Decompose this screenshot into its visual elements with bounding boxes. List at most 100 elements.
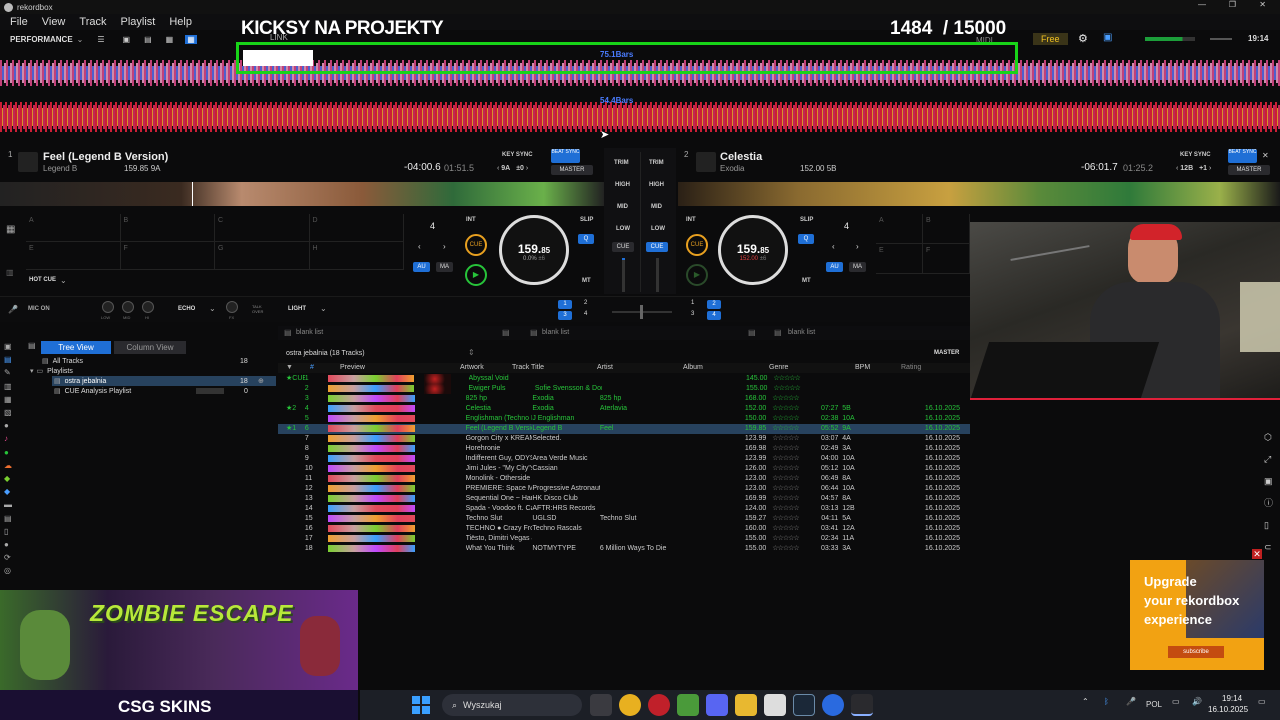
master-volume-slider[interactable]	[1210, 38, 1232, 40]
deck-select-2[interactable]: 2	[584, 300, 587, 306]
mixer-cue-button-2[interactable]: CUE	[646, 242, 668, 252]
deck-select-4[interactable]: 4	[584, 311, 587, 317]
deck2-track-waveform[interactable]	[678, 182, 1280, 206]
tree-view-icon[interactable]: ▤	[28, 341, 36, 350]
table-row[interactable]: 9 Indifferent Guy, ODYSS Area Verde Music 1…	[278, 454, 970, 464]
subscribe-button[interactable]: subscribe	[1168, 646, 1224, 658]
deck1-slip-button[interactable]: SLIP	[580, 217, 593, 223]
menu-file[interactable]: File	[10, 16, 28, 28]
deck1-master-button[interactable]: MASTER	[551, 165, 593, 175]
deck1-au-button[interactable]: AU	[413, 262, 430, 272]
track-preview-waveform[interactable]	[328, 425, 415, 432]
phone-icon[interactable]: ▯	[4, 525, 18, 538]
deck2-quantize-button[interactable]: Q	[798, 234, 814, 244]
track-preview-waveform[interactable]	[328, 375, 414, 382]
info-icon[interactable]: ⓘ	[1264, 492, 1278, 514]
menu-playlist[interactable]: Playlist	[120, 16, 155, 28]
close-button[interactable]: ✕	[1259, 0, 1266, 9]
track-preview-waveform[interactable]	[328, 395, 415, 402]
track-preview-waveform[interactable]	[328, 505, 415, 512]
track-preview-waveform[interactable]	[328, 525, 415, 532]
sort-icon[interactable]: ⇕	[468, 348, 475, 357]
file-explorer-icon[interactable]	[735, 694, 757, 716]
track-preview-waveform[interactable]	[328, 405, 415, 412]
deck-select-1[interactable]: 1	[558, 300, 572, 309]
vpn-icon[interactable]	[822, 694, 844, 716]
deck2-overview-waveform[interactable]	[0, 96, 1280, 138]
menu-help[interactable]: Help	[169, 16, 192, 28]
deck-select-r3[interactable]: 3	[691, 311, 694, 317]
taskbar-date[interactable]: 16.10.2025	[1208, 705, 1248, 714]
discord-icon[interactable]	[706, 694, 728, 716]
table-row[interactable]: 5 Englishman (Techno ReJ Englishman 150.00…	[278, 414, 970, 424]
sampler-icon[interactable]: ✎	[4, 366, 18, 379]
deck2-hot-cue-pad-f[interactable]: F	[923, 244, 970, 274]
mic-icon[interactable]: 🎤	[8, 305, 18, 314]
column-view-tab[interactable]: Column View	[114, 341, 186, 354]
col-header-preview[interactable]: Preview	[340, 363, 460, 373]
pad-mode-icon[interactable]: ▥	[6, 268, 14, 277]
deck1-beatjump-right-icon[interactable]: ›	[443, 242, 446, 251]
col-header-num[interactable]: #	[310, 363, 340, 373]
table-row[interactable]: ★CUE 1 Abyssal Void 145.00 ☆☆☆☆☆	[278, 374, 970, 384]
deck2-beatjump-right-icon[interactable]: ›	[856, 242, 859, 251]
track-preview-waveform[interactable]	[328, 435, 415, 442]
deck2-int-select[interactable]: INT	[686, 217, 696, 223]
mic-tray-icon[interactable]: 🎤	[1126, 697, 1136, 706]
deck2-hot-cue-pad-b[interactable]: B	[923, 214, 970, 244]
table-row[interactable]: ★2 4 Celestia Exodia Aterlavia 152.00 ☆☆☆☆☆ 07:…	[278, 404, 970, 414]
pin-icon[interactable]: ⬡	[1264, 426, 1278, 448]
deck2-hot-cue-pad-e[interactable]: E	[876, 244, 923, 274]
crossfader-handle[interactable]	[640, 305, 643, 319]
chevron-down-icon[interactable]: ⌄	[209, 304, 216, 313]
browse-icon[interactable]: ▤	[144, 35, 152, 44]
deck1-play-button[interactable]: ▶	[465, 264, 487, 286]
deck2-beat-sync-button[interactable]: BEAT SYNC	[1228, 149, 1257, 163]
table-row[interactable]: 7 Gorgon City x KREAM xSelected. 123.99 ☆☆☆…	[278, 434, 970, 444]
tree-item-cue-analysis[interactable]: ▤ CUE Analysis Playlist 0	[52, 386, 276, 396]
history-icon[interactable]: ▤	[4, 512, 18, 525]
deck-select-r1[interactable]: 1	[691, 300, 694, 306]
menu-track[interactable]: Track	[79, 16, 106, 28]
deck2-beatjump-left-icon[interactable]: ‹	[832, 242, 835, 251]
monitor-icon[interactable]: ▣	[1103, 32, 1112, 43]
chevron-down-icon[interactable]: ⌄	[77, 35, 84, 44]
fx-select[interactable]: ECHO	[178, 306, 195, 312]
language-indicator[interactable]: POL	[1146, 700, 1162, 709]
hot-cue-pad-f[interactable]: F	[120, 242, 215, 270]
hot-cue-pad-c[interactable]: C	[215, 214, 310, 242]
network-icon[interactable]: ▭	[1172, 697, 1180, 706]
link-icon[interactable]: ⊂	[1264, 536, 1278, 558]
device-icon[interactable]: ▬	[4, 498, 18, 511]
bluetooth-icon[interactable]: ᛒ	[1104, 697, 1109, 706]
deck2-mt-button[interactable]: MT	[802, 278, 811, 284]
opera-icon[interactable]	[648, 694, 670, 716]
table-row[interactable]: 18 What You Think NOTMYTYPE 6 Million Ways …	[278, 544, 970, 554]
track-preview-waveform[interactable]	[328, 545, 415, 552]
taskbar-search[interactable]: ⌕ Wyszukaj	[442, 694, 582, 716]
export-icon[interactable]: ▣	[1264, 470, 1278, 492]
notification-icon[interactable]: ▭	[1258, 697, 1266, 706]
record-icon[interactable]: ●	[4, 538, 18, 551]
chevron-down-icon[interactable]: ⌄	[320, 304, 327, 313]
deck2-key-sync-button[interactable]: KEY SYNC	[1180, 152, 1211, 158]
hot-cue-mode-select[interactable]: HOT CUE	[29, 277, 56, 283]
deck1-quantize-button[interactable]: Q	[578, 234, 594, 244]
playlist-icon[interactable]: ▤	[4, 353, 18, 366]
table-row[interactable]: 3 825 hp Exodia 825 hp 168.00 ☆☆☆☆☆	[278, 394, 970, 404]
collection-icon[interactable]: ▣	[4, 340, 18, 353]
table-row[interactable]: 12 PREMIERE: Space MotiProgressive Astron…	[278, 484, 970, 494]
table-row[interactable]: 17 Tiësto, Dimitri Vegas & L 155.00 ☆☆☆☆☆ 02…	[278, 534, 970, 544]
mode-selector[interactable]: PERFORMANCE	[10, 35, 73, 44]
mic-mid-knob[interactable]	[122, 301, 134, 313]
hot-cue-pad-b[interactable]: B	[120, 214, 215, 242]
spotify-icon[interactable]: ●	[4, 446, 18, 459]
settings-gear-icon[interactable]: ⚙	[1078, 32, 1088, 45]
channel-fader-1[interactable]	[622, 258, 625, 292]
track-preview-waveform[interactable]	[328, 415, 415, 422]
maximize-button[interactable]: ❐	[1229, 0, 1236, 9]
taskbar-time[interactable]: 19:14	[1222, 694, 1242, 703]
deck-select-3[interactable]: 3	[558, 311, 572, 320]
track-preview-waveform[interactable]	[328, 385, 414, 392]
ad-close-icon[interactable]: ✕	[1252, 549, 1262, 559]
